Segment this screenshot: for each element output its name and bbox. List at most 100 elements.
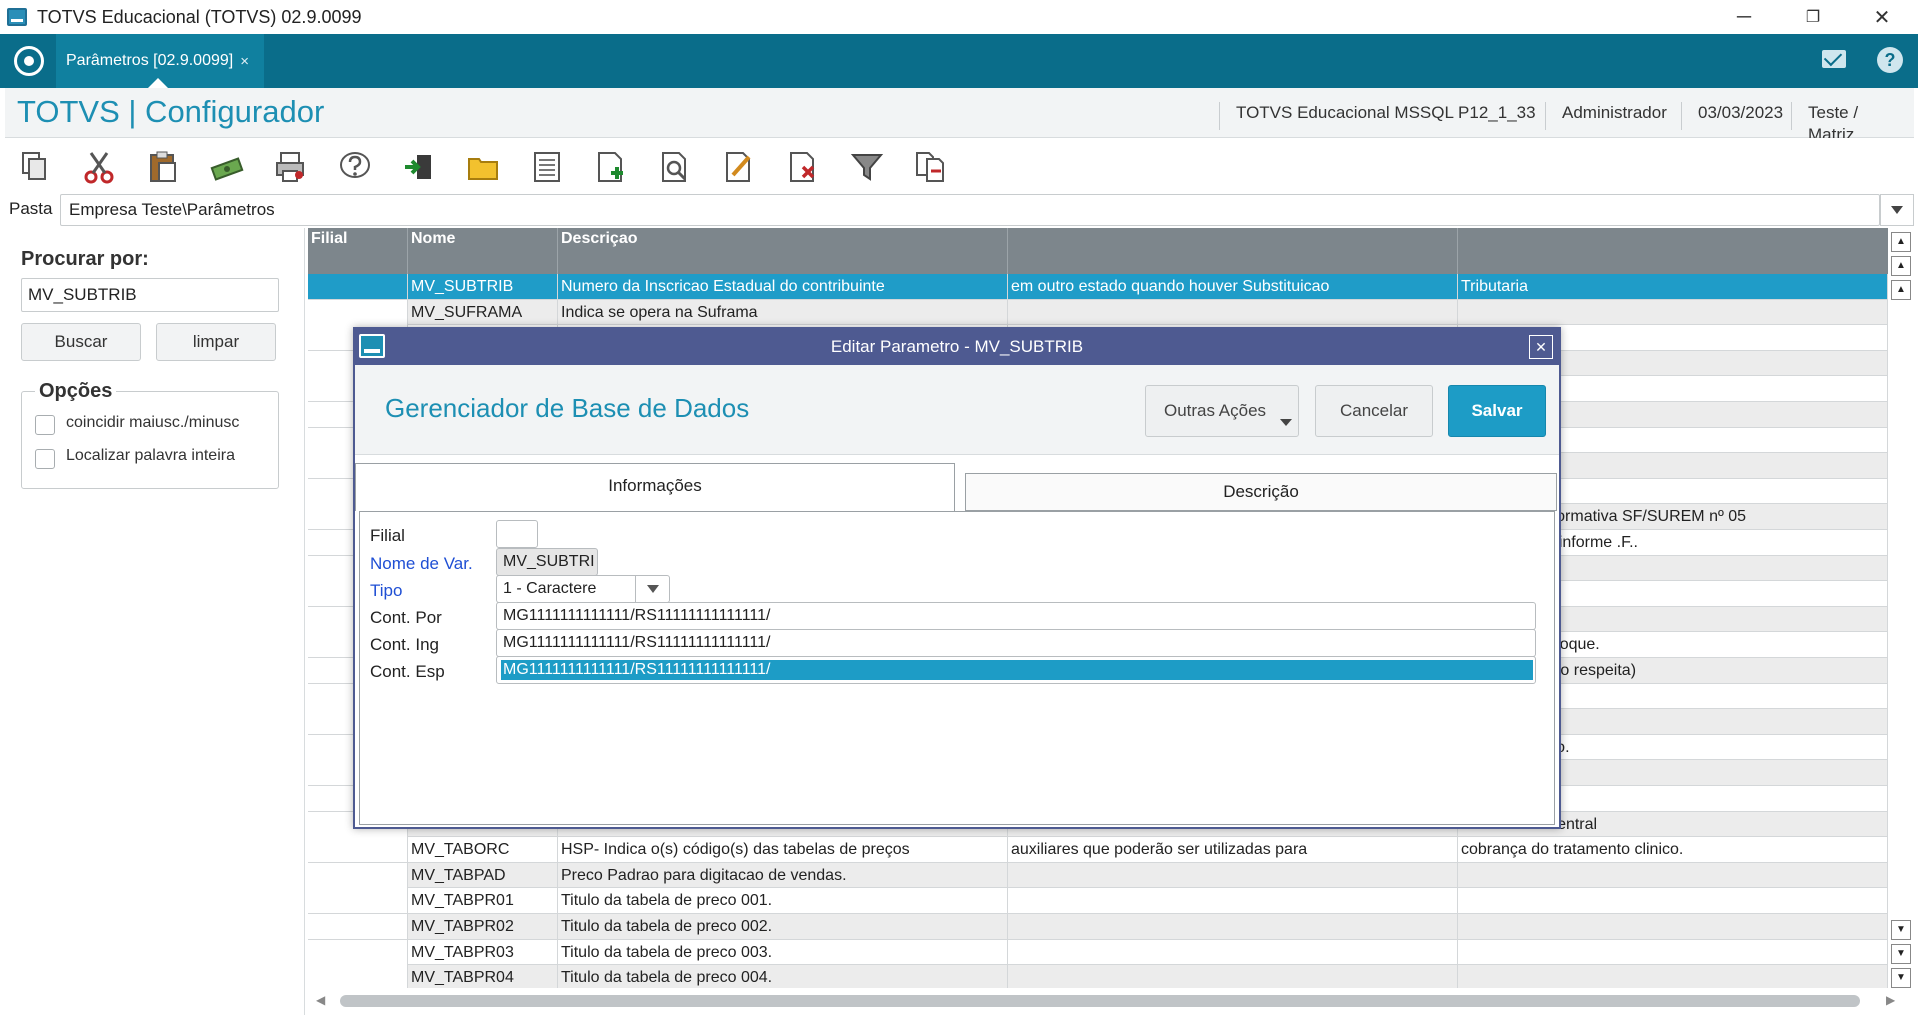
- table-cell: [1458, 939, 1888, 965]
- help-question-icon[interactable]: [335, 147, 375, 187]
- pasta-select[interactable]: Empresa Teste\Parâmetros: [60, 194, 1880, 226]
- window-titlebar: TOTVS Educacional (TOTVS) 02.9.0099 ─ ❐ …: [0, 0, 1918, 34]
- dialog-header: Gerenciador de Base de Dados Outras Açõe…: [355, 365, 1559, 455]
- folder-icon[interactable]: [463, 147, 503, 187]
- horizontal-scrollbar[interactable]: ◀ ▶: [308, 990, 1914, 1012]
- help-icon[interactable]: ?: [1877, 47, 1903, 73]
- table-cell: [308, 837, 408, 863]
- outras-acoes-label: Outras Ações: [1163, 401, 1267, 420]
- cont-por-field[interactable]: MG1111111111111/RS11111111111111/: [496, 602, 1536, 630]
- table-cell: Titulo da tabela de preco 001.: [558, 888, 1008, 914]
- chevron-down-icon[interactable]: [635, 576, 669, 602]
- cont-ing-label: Cont. Ing: [370, 635, 439, 654]
- table-row[interactable]: MV_TABPR02 Titulo da tabela de preco 002.: [308, 914, 1888, 940]
- cancelar-button[interactable]: Cancelar: [1315, 385, 1433, 437]
- print-icon[interactable]: [271, 147, 311, 187]
- table-row[interactable]: MV_TABORC HSP- Indica o(s) código(s) das …: [308, 837, 1888, 863]
- table-cell: auxiliares que poderão ser utilizadas pa…: [1008, 837, 1458, 863]
- tipo-label: Tipo: [370, 581, 403, 600]
- scroll-up-icon[interactable]: ▲: [1891, 280, 1911, 300]
- table-cell: [1008, 965, 1458, 988]
- filial-field[interactable]: [496, 520, 538, 548]
- tab-label: Parâmetros [02.9.0099]: [66, 52, 234, 69]
- date-info: 03/03/2023: [1681, 102, 1799, 130]
- tab-close-icon[interactable]: ×: [240, 53, 249, 70]
- table-cell: Tributaria: [1458, 274, 1888, 299]
- scroll-bottom-icon[interactable]: ▼: [1891, 968, 1911, 988]
- minimize-button[interactable]: ─: [1712, 0, 1776, 34]
- nome-var-field[interactable]: MV_SUBTRI: [496, 548, 598, 576]
- tab-descricao[interactable]: Descrição: [965, 473, 1557, 511]
- search-file-icon[interactable]: [655, 147, 695, 187]
- scroll-down-icon[interactable]: ▼: [1891, 920, 1911, 940]
- table-cell: [308, 914, 408, 939]
- scroll-top-icon[interactable]: ▲: [1891, 232, 1911, 252]
- import-icon[interactable]: [399, 147, 439, 187]
- edit-file-icon[interactable]: [719, 147, 759, 187]
- copy-file-icon[interactable]: [911, 147, 951, 187]
- tab-informacoes[interactable]: Informações: [355, 463, 955, 511]
- whole-word-checkbox-label: Localizar palavra inteira: [66, 447, 235, 464]
- search-panel: Procurar por: MV_SUBTRIB Buscar limpar O…: [5, 228, 305, 1015]
- table-cell: [1008, 914, 1458, 939]
- dialog-window-icon: [359, 334, 385, 358]
- whole-word-checkbox[interactable]: [35, 449, 55, 469]
- column-header-desc3[interactable]: [1458, 228, 1888, 274]
- paste-icon[interactable]: [143, 147, 183, 187]
- tab-strip: Parâmetros [02.9.0099] × ?: [0, 34, 1918, 88]
- delete-file-icon[interactable]: [783, 147, 823, 187]
- tipo-select[interactable]: 1 - Caractere: [496, 575, 670, 603]
- outras-acoes-button[interactable]: Outras Ações: [1145, 385, 1299, 437]
- search-title: Procurar por:: [21, 248, 149, 270]
- page-down-icon[interactable]: ▼: [1891, 944, 1911, 964]
- dialog-title: Editar Parametro - MV_SUBTRIB: [830, 337, 1084, 356]
- table-cell: [1008, 299, 1458, 325]
- search-input[interactable]: MV_SUBTRIB: [21, 278, 279, 312]
- column-header-filial[interactable]: Filial: [308, 228, 408, 274]
- column-header-nome[interactable]: Nome: [408, 228, 558, 274]
- table-row-selected[interactable]: MV_SUBTRIB Numero da Inscricao Estadual d…: [308, 274, 1888, 300]
- scroll-left-icon[interactable]: ◀: [316, 993, 325, 1007]
- limpar-button[interactable]: limpar: [156, 323, 276, 361]
- money-icon[interactable]: [207, 147, 247, 187]
- table-row[interactable]: MV_TABPR04 Titulo da tabela de preco 004.: [308, 965, 1888, 988]
- table-cell: MV_TABPR01: [408, 888, 558, 914]
- active-tab-indicator: [148, 78, 168, 88]
- filial-label: Filial: [370, 526, 405, 545]
- table-row[interactable]: MV_SUFRAMA Indica se opera na Suframa: [308, 299, 1888, 326]
- salvar-button[interactable]: Salvar: [1448, 385, 1546, 437]
- table-cell: [1008, 888, 1458, 914]
- close-window-button[interactable]: ✕: [1850, 0, 1914, 34]
- buscar-button[interactable]: Buscar: [21, 323, 141, 361]
- copy-icon[interactable]: [15, 147, 55, 187]
- column-header-desc2[interactable]: [1008, 228, 1458, 274]
- table-cell: [1008, 939, 1458, 965]
- table-row[interactable]: MV_TABPR01 Titulo da tabela de preco 001.: [308, 888, 1888, 914]
- table-row[interactable]: MV_TABPR03 Titulo da tabela de preco 003.: [308, 939, 1888, 966]
- totvs-logo-icon[interactable]: [14, 46, 44, 76]
- column-header-descricao[interactable]: Descriçao: [558, 228, 1008, 274]
- horizontal-scroll-thumb[interactable]: [340, 995, 1860, 1007]
- dialog-close-button[interactable]: ✕: [1529, 335, 1553, 359]
- table-cell: Titulo da tabela de preco 003.: [558, 939, 1008, 965]
- cont-ing-field[interactable]: MG1111111111111/RS11111111111111/: [496, 629, 1536, 657]
- table-cell: [308, 965, 408, 988]
- list-icon[interactable]: [527, 147, 567, 187]
- scroll-right-icon[interactable]: ▶: [1886, 993, 1895, 1007]
- restore-button[interactable]: ❐: [1781, 0, 1845, 34]
- filter-icon[interactable]: [847, 147, 887, 187]
- page-up-icon[interactable]: ▲: [1891, 256, 1911, 276]
- table-cell: [308, 274, 408, 299]
- table-cell: [308, 299, 408, 325]
- add-file-icon[interactable]: [591, 147, 631, 187]
- mail-icon[interactable]: [1822, 50, 1846, 68]
- tipo-select-value: 1 - Caractere: [503, 580, 597, 597]
- case-checkbox[interactable]: [35, 415, 55, 435]
- edit-parameter-dialog: Editar Parametro - MV_SUBTRIB ✕ Gerencia…: [353, 327, 1561, 829]
- chevron-down-icon[interactable]: [1880, 194, 1914, 226]
- cont-esp-field[interactable]: MG1111111111111/RS11111111111111/: [496, 656, 1536, 684]
- cut-icon[interactable]: [79, 147, 119, 187]
- app-icon: [7, 8, 27, 26]
- table-row[interactable]: MV_TABPAD Preco Padrao para digitacao de …: [308, 862, 1888, 889]
- vertical-scrollbar[interactable]: ▲ ▲ ▲ ▼ ▼ ▼: [1888, 228, 1914, 988]
